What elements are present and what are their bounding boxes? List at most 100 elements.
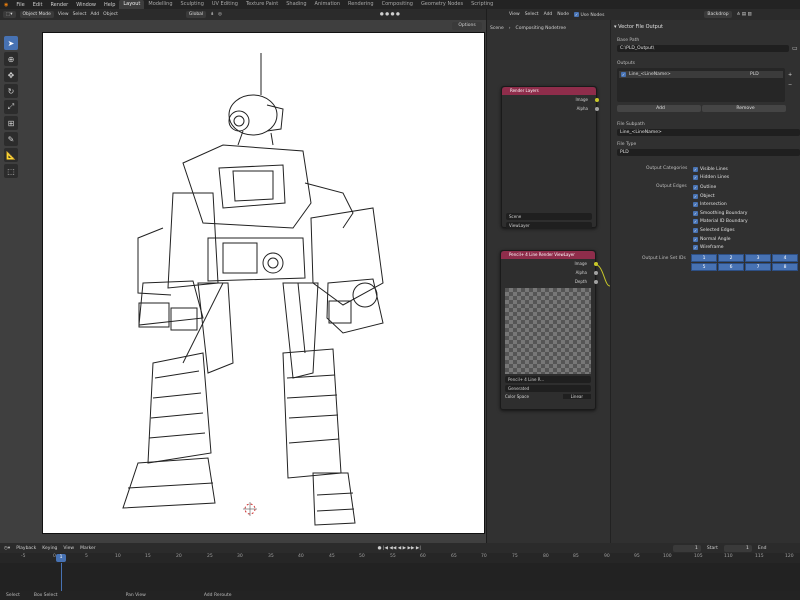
playhead-frame-indicator[interactable]: 1 xyxy=(56,554,66,562)
playback-controls-icon[interactable]: ● |◀ ◀◀ ◀ ▶ ▶▶ ▶| xyxy=(378,546,421,551)
remove-button[interactable]: Remove xyxy=(702,105,786,112)
scale-tool-icon[interactable]: ⤢ xyxy=(4,100,18,114)
cursor-tool-icon[interactable]: ⊕ xyxy=(4,52,18,66)
normal-angle-checkbox[interactable]: ✓ Normal Angle xyxy=(693,235,731,243)
output-image-socket[interactable]: Image xyxy=(501,259,598,268)
line-set-id-5[interactable]: 5 xyxy=(691,263,717,271)
add-button[interactable]: Add xyxy=(617,105,701,112)
render-layers-node-title[interactable]: Render Layers xyxy=(502,87,596,95)
file-subpath-input[interactable]: Line_<LineName> xyxy=(617,129,800,136)
line-set-id-4[interactable]: 4 xyxy=(772,254,798,262)
render-layers-node[interactable]: Render Layers Image Alpha Scene ViewLaye… xyxy=(501,86,599,229)
current-frame-field[interactable]: 1 xyxy=(672,544,701,552)
move-tool-icon[interactable]: ✥ xyxy=(4,68,18,82)
timeline-editor-icon[interactable]: ◷▾ xyxy=(4,546,10,551)
image-datablock-field[interactable]: Pencil+ 4 Line R... xyxy=(505,376,591,383)
output-alpha-socket[interactable]: Alpha xyxy=(501,268,598,277)
selected-edges-checkbox[interactable]: ✓ Selected Edges xyxy=(693,226,735,234)
scene-selector[interactable]: Scene xyxy=(506,213,592,220)
line-set-id-1[interactable]: 1 xyxy=(691,254,717,262)
line-set-id-3[interactable]: 3 xyxy=(745,254,771,262)
select-box-tool-icon[interactable]: ➤ xyxy=(4,36,18,50)
annotate-tool-icon[interactable]: ✎ xyxy=(4,132,18,146)
viewport-menu-view[interactable]: View xyxy=(58,12,69,17)
timeline-menu-marker[interactable]: Marker xyxy=(80,546,96,551)
line-set-id-8[interactable]: 8 xyxy=(772,263,798,271)
add-cube-tool-icon[interactable]: ⬚ xyxy=(4,164,18,178)
material-id-boundary-checkbox[interactable]: ✓ Material ID Boundary xyxy=(693,217,748,225)
output-alpha-socket[interactable]: Alpha xyxy=(502,104,599,113)
outline-checkbox[interactable]: ✓ Outline xyxy=(693,183,716,191)
workspace-tab-texture-paint[interactable]: Texture Paint xyxy=(242,0,282,9)
line-render-node-title[interactable]: Pencil+ 4 Line Render ViewLayer xyxy=(501,251,595,259)
workspace-tab-rendering[interactable]: Rendering xyxy=(344,0,378,9)
snap-icon[interactable]: ⋔ xyxy=(210,12,214,17)
snap-node-icon[interactable]: ⋔ ▤ ▥ xyxy=(737,12,752,17)
use-nodes-checkbox[interactable]: ✓ Use Nodes xyxy=(574,11,604,18)
panel-title[interactable]: ▾ Vector File Output xyxy=(614,24,663,30)
viewport-menu-object[interactable]: Object xyxy=(103,12,118,17)
view-layer-selector[interactable]: ViewLayer xyxy=(506,222,592,229)
output-enabled-checkbox[interactable]: ✓ xyxy=(621,72,626,77)
viewport-shading-solid-icon[interactable]: ● ● ● ● xyxy=(380,12,400,17)
color-space-dropdown[interactable]: Linear xyxy=(562,394,591,399)
menu-window[interactable]: Window xyxy=(72,2,100,8)
start-frame-field[interactable]: 1 xyxy=(723,544,752,552)
timeline-ruler[interactable]: -5 0 5 10 15 20 25 30 35 40 45 50 55 60 … xyxy=(0,553,800,563)
transform-tool-icon[interactable]: ⊞ xyxy=(4,116,18,130)
breadcrumb-nodetree[interactable]: Compositing Nodetree xyxy=(516,26,566,31)
node-menu-node[interactable]: Node xyxy=(557,12,569,17)
workspace-tab-layout[interactable]: Layout xyxy=(119,0,145,9)
menu-file[interactable]: File xyxy=(12,2,28,8)
line-set-id-7[interactable]: 7 xyxy=(745,263,771,271)
timeline-menu-keying[interactable]: Keying xyxy=(42,546,57,551)
viewport-menu-select[interactable]: Select xyxy=(73,12,87,17)
node-menu-view[interactable]: View xyxy=(509,12,520,17)
breadcrumb-scene[interactable]: Scene xyxy=(490,26,504,31)
menu-edit[interactable]: Edit xyxy=(29,2,47,8)
object-checkbox[interactable]: ✓ Object xyxy=(693,192,715,200)
image-source-dropdown[interactable]: Generated xyxy=(505,385,591,392)
workspace-tab-compositing[interactable]: Compositing xyxy=(378,0,417,9)
wireframe-checkbox[interactable]: ✓ Wireframe xyxy=(693,243,723,251)
playhead-line[interactable] xyxy=(61,563,62,591)
line-set-id-6[interactable]: 6 xyxy=(718,263,744,271)
workspace-tab-uv-editing[interactable]: UV Editing xyxy=(208,0,242,9)
timeline-menu-view[interactable]: View xyxy=(63,546,74,551)
line-render-node[interactable]: Pencil+ 4 Line Render ViewLayer Image Al… xyxy=(500,250,598,410)
workspace-tab-shading[interactable]: Shading xyxy=(282,0,310,9)
list-add-icon[interactable]: + xyxy=(788,72,792,78)
viewport-menu-add[interactable]: Add xyxy=(90,12,99,17)
menu-help[interactable]: Help xyxy=(100,2,119,8)
rotate-tool-icon[interactable]: ↻ xyxy=(4,84,18,98)
object-mode-dropdown[interactable]: Object Mode xyxy=(19,11,54,18)
intersection-checkbox[interactable]: ✓ Intersection xyxy=(693,200,727,208)
workspace-tab-modelling[interactable]: Modelling xyxy=(144,0,176,9)
menu-render[interactable]: Render xyxy=(46,2,72,8)
smoothing-boundary-checkbox[interactable]: ✓ Smoothing Boundary xyxy=(693,209,747,217)
timeline-menu-playback[interactable]: Playback xyxy=(16,546,36,551)
options-dropdown[interactable]: Options xyxy=(452,22,482,30)
hidden-lines-checkbox[interactable]: ✓ Hidden Lines xyxy=(693,173,729,181)
measure-tool-icon[interactable]: 📐 xyxy=(4,148,18,162)
line-set-id-2[interactable]: 2 xyxy=(718,254,744,262)
node-menu-select[interactable]: Select xyxy=(525,12,539,17)
transform-orientation-dropdown[interactable]: Global xyxy=(185,11,207,18)
node-menu-add[interactable]: Add xyxy=(544,12,553,17)
workspace-tab-animation[interactable]: Animation xyxy=(311,0,345,9)
blender-logo-icon[interactable]: ◉ xyxy=(0,2,12,8)
output-depth-socket[interactable]: Depth xyxy=(501,277,598,286)
base-path-input[interactable]: C:\PLD_Output\ xyxy=(617,45,789,52)
workspace-tab-scripting[interactable]: Scripting xyxy=(467,0,497,9)
list-remove-icon[interactable]: − xyxy=(788,82,792,88)
file-type-dropdown[interactable]: PLD xyxy=(617,149,800,156)
output-list-item[interactable]: ✓ Line_<LineName> PLD xyxy=(619,71,783,78)
backdrop-toggle[interactable]: Backdrop xyxy=(704,11,732,18)
folder-browse-icon[interactable]: ▭ xyxy=(792,45,798,52)
editor-type-icon[interactable]: ⬚▾ xyxy=(3,11,16,18)
workspace-tab-sculpting[interactable]: Sculpting xyxy=(177,0,208,9)
output-image-socket[interactable]: Image xyxy=(502,95,599,104)
workspace-tab-geometry-nodes[interactable]: Geometry Nodes xyxy=(417,0,467,9)
timeline-track-area[interactable] xyxy=(0,563,800,591)
proportional-edit-icon[interactable]: ◎ xyxy=(218,12,222,17)
